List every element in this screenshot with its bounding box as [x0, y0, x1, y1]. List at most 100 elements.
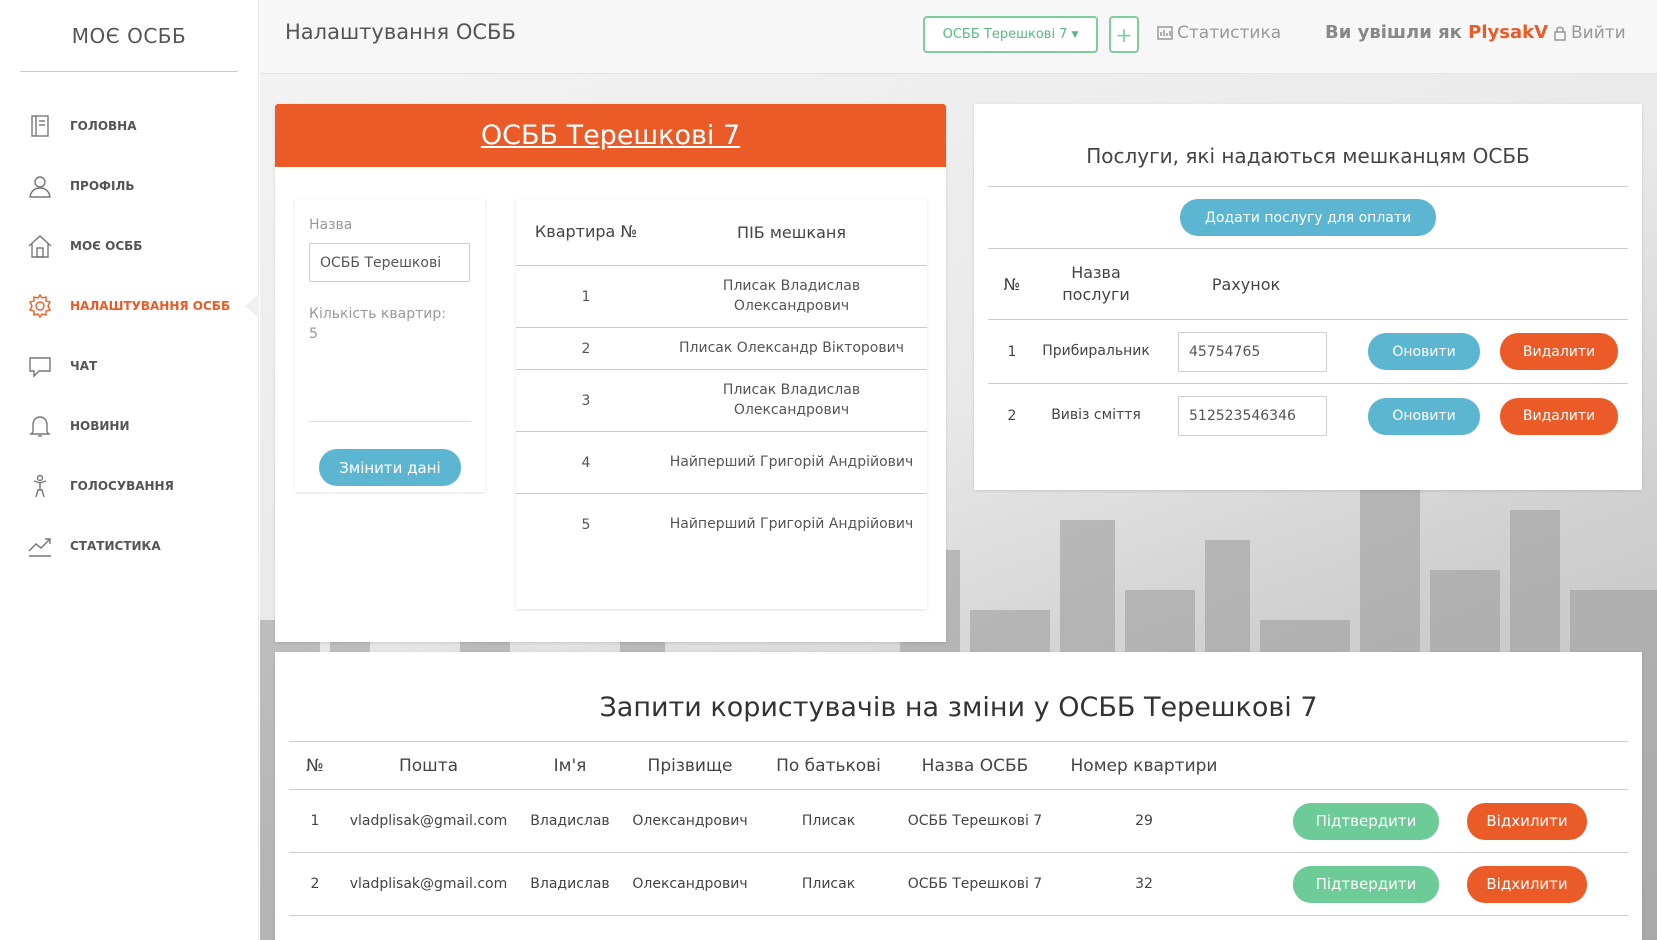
sidebar-item-label: ПРОФІЛЬ — [70, 179, 135, 193]
apartment-count-label: Кількість квартир: — [309, 306, 446, 322]
logged-in-status: Ви увішли як PlysakV — [1325, 22, 1548, 43]
statistics-label: Статистика — [1177, 23, 1282, 43]
logged-in-prefix: Ви увішли як — [1325, 22, 1462, 43]
reject-request-button[interactable]: Відхилити — [1467, 865, 1587, 903]
osbb-title-link[interactable]: ОСББ Терешкові 7 — [481, 120, 740, 151]
topbar: Налаштування ОСББ ОСББ Терешкові 7 ▼ + С… — [260, 0, 1657, 74]
apartment-number: 5 — [581, 517, 591, 533]
table-row: 1 Плисак Владислав Олександрович — [516, 266, 927, 328]
sidebar-item-label: МОЄ ОСББ — [70, 239, 143, 253]
page-title: Налаштування ОСББ — [285, 20, 516, 44]
request-apartment: 32 — [1135, 876, 1153, 892]
confirm-request-button[interactable]: Підтвердити — [1293, 802, 1439, 840]
sidebar-item-profile[interactable]: ПРОФІЛЬ — [0, 156, 258, 216]
sidebar-item-label: ЧАТ — [70, 359, 98, 373]
sidebar-item-label: НАЛАШТУВАННЯ ОСББ — [70, 299, 231, 313]
table-row: 2 Вивіз сміття Оновити Видалити — [988, 384, 1628, 448]
osbb-card: ОСББ Терешкові 7 Назва Кількість квартир… — [275, 104, 946, 642]
header-first-name: Ім'я — [553, 755, 587, 776]
apartment-number: 2 — [581, 340, 591, 357]
add-osbb-button[interactable]: + — [1109, 16, 1139, 53]
statistics-link[interactable]: Статистика — [1157, 23, 1281, 43]
brand-logo[interactable]: МОЄ ОСББ — [20, 0, 238, 72]
update-service-button[interactable]: Оновити — [1368, 397, 1480, 435]
requests-card: Запити користувачів на зміни у ОСББ Тере… — [275, 652, 1642, 940]
apartment-count-value: 5 — [309, 326, 318, 342]
header-email: Пошта — [398, 755, 459, 776]
lock-icon — [1554, 26, 1566, 41]
services-title: Послуги, які надаються мешканцям ОСББ — [1086, 144, 1530, 168]
table-row: 4 Найперший Григорій Андрійович — [516, 432, 927, 494]
table-row: 2 Плисак Олександр Вікторович — [516, 328, 927, 370]
apartment-number: 4 — [581, 454, 591, 471]
person-raise-hand-icon — [26, 472, 54, 500]
header-patronymic: По батькові — [776, 755, 881, 776]
resident-name: Плисак Владислав Олександрович — [722, 277, 861, 314]
sidebar-item-home[interactable]: ГОЛОВНА — [0, 96, 258, 156]
apartment-number: 1 — [581, 288, 591, 305]
request-apartment: 29 — [1135, 813, 1153, 829]
sidebar-item-label: ГОЛОСУВАННЯ — [70, 479, 174, 493]
reject-request-button[interactable]: Відхилити — [1467, 802, 1587, 840]
bell-icon — [26, 412, 54, 440]
request-email: vladplisak@gmail.com — [349, 876, 508, 892]
service-account-input[interactable] — [1178, 331, 1327, 372]
service-account-input[interactable] — [1178, 396, 1327, 436]
change-data-button[interactable]: Змінити дані — [319, 449, 461, 486]
username[interactable]: PlysakV — [1468, 22, 1548, 43]
header-apartment-number: Квартира № — [534, 221, 638, 241]
requests-table-header: № Пошта Ім'я Прізвище По батькові Назва … — [289, 742, 1628, 790]
delete-service-button[interactable]: Видалити — [1500, 397, 1618, 435]
osbb-info-panel: Назва Кількість квартир: 5 Змінити дані — [295, 199, 485, 492]
request-email: vladplisak@gmail.com — [349, 813, 508, 829]
service-name: Прибиральник — [1042, 342, 1150, 359]
add-service-button[interactable]: Додати послугу для оплати — [1180, 199, 1436, 236]
sidebar-item-statistics[interactable]: СТАТИСТИКА — [0, 516, 258, 576]
header-apartment-number: Номер квартири — [1070, 755, 1218, 776]
sidebar: МОЄ ОСББ ГОЛОВНА ПРОФІЛЬ МОЄ ОСББ НАЛАШТ… — [0, 0, 259, 940]
service-account-cell — [1156, 331, 1366, 372]
confirm-request-button[interactable]: Підтвердити — [1293, 865, 1439, 903]
book-icon — [26, 112, 54, 140]
delete-service-button[interactable]: Видалити — [1500, 333, 1618, 370]
sidebar-item-label: НОВИНИ — [70, 419, 130, 433]
request-patronymic: Плисак — [801, 876, 856, 892]
table-row: 1 Прибиральник Оновити Видалити — [988, 320, 1628, 384]
service-number: 2 — [1007, 408, 1017, 424]
resident-name: Плисак Владислав Олександрович — [722, 381, 861, 418]
sidebar-item-voting[interactable]: ГОЛОСУВАННЯ — [0, 456, 258, 516]
apartments-table: Квартира № ПІБ мешканя 1 Плисак Владисла… — [516, 199, 927, 609]
request-osbb-name: ОСББ Терешкові 7 — [907, 813, 1043, 829]
table-row: 3 Плисак Владислав Олександрович — [516, 370, 927, 432]
name-label: Назва — [309, 217, 353, 233]
table-row: 1 vladplisak@gmail.com Владислав Олексан… — [289, 790, 1628, 853]
sidebar-item-my-osbb[interactable]: МОЄ ОСББ — [0, 216, 258, 276]
header-number: № — [306, 755, 324, 776]
caret-down-icon: ▼ — [1071, 29, 1079, 40]
home-icon — [26, 232, 54, 260]
resident-name: Плисак Олександр Вікторович — [679, 339, 904, 356]
apartments-table-header: Квартира № ПІБ мешканя — [516, 199, 927, 266]
resident-name: Найперший Григорій Андрійович — [669, 453, 914, 470]
osbb-select-dropdown[interactable]: ОСББ Терешкові 7 ▼ — [923, 16, 1098, 53]
request-last-name: Олександрович — [632, 876, 748, 892]
osbb-name-input[interactable] — [309, 243, 470, 282]
request-number: 1 — [310, 813, 320, 829]
logout-link[interactable]: Вийти — [1553, 23, 1626, 43]
logout-label: Вийти — [1571, 23, 1626, 43]
sidebar-item-news[interactable]: НОВИНИ — [0, 396, 258, 456]
services-card: Послуги, які надаються мешканцям ОСББ До… — [974, 104, 1642, 490]
sidebar-nav: ГОЛОВНА ПРОФІЛЬ МОЄ ОСББ НАЛАШТУВАННЯ ОС… — [0, 96, 259, 576]
sidebar-item-chat[interactable]: ЧАТ — [0, 336, 258, 396]
header-resident-name: ПІБ мешканя — [737, 222, 846, 242]
services-table-header: № Назва послуги Рахунок — [988, 248, 1628, 320]
gear-icon — [26, 292, 54, 320]
header-osbb-name: Назва ОСББ — [921, 755, 1029, 776]
apartment-number: 3 — [581, 392, 591, 409]
update-service-button[interactable]: Оновити — [1368, 333, 1480, 370]
header-service-name: Назва послуги — [1062, 262, 1130, 304]
request-number: 2 — [310, 876, 320, 892]
request-osbb-name: ОСББ Терешкові 7 — [907, 876, 1043, 892]
service-account-cell — [1156, 396, 1366, 436]
sidebar-item-osbb-settings[interactable]: НАЛАШТУВАННЯ ОСББ — [0, 276, 259, 336]
